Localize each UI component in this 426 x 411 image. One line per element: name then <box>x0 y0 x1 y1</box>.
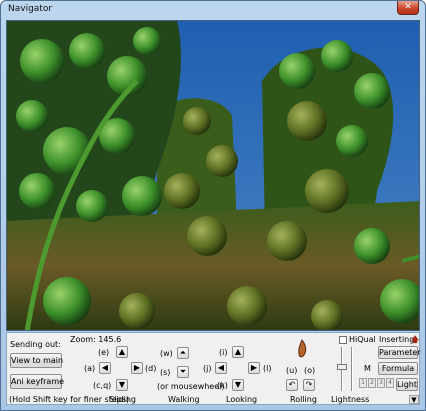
arrow-left-icon: ◀ <box>217 363 225 372</box>
window-title: Navigator <box>8 4 53 14</box>
m-label: M <box>364 364 371 373</box>
sliding-label: Sliding <box>109 395 136 404</box>
preset-button-1[interactable]: 1 <box>359 378 367 388</box>
mousewheel-hint: (or mousewheel) <box>157 382 225 391</box>
rotate-left-icon: ↶ <box>288 380 296 389</box>
arrow-down-icon: ▼ <box>234 380 242 389</box>
double-arrow-down-icon: ⏷ <box>179 367 187 376</box>
chevron-down-icon[interactable]: ▼ <box>409 395 419 404</box>
arrow-right-icon: ▶ <box>133 363 141 372</box>
looking-label: Looking <box>226 395 258 404</box>
look-up-button[interactable]: ▲ <box>232 346 244 358</box>
zoom-readout: Zoom: 145.6 <box>70 335 122 344</box>
roll-right-button[interactable]: ↷ <box>303 379 315 391</box>
title-bar[interactable]: Navigator ✕ <box>1 1 425 20</box>
arrow-left-icon: ◀ <box>101 363 109 372</box>
sliding-down-key: (c,q) <box>93 381 112 390</box>
view-to-main-button[interactable]: View to main <box>10 353 63 368</box>
looking-left-key: (j) <box>203 364 212 373</box>
hiqual-label: HiQual <box>349 335 376 344</box>
sliding-right-key: (d) <box>145 364 157 373</box>
rolling-label: Rolling <box>290 395 317 404</box>
lightness-slider-thumb[interactable] <box>337 364 347 370</box>
hiqual-checkbox[interactable] <box>339 336 347 344</box>
looking-right-key: (l) <box>263 364 272 373</box>
looking-down-key: (k) <box>217 381 228 390</box>
slide-down-button[interactable]: ▼ <box>116 379 128 391</box>
insert-arrow-icon: 🡅 <box>411 335 420 344</box>
lightness-label: Lightness <box>331 395 370 404</box>
arrow-up-icon: ▲ <box>234 347 242 356</box>
look-left-button[interactable]: ◀ <box>215 362 227 374</box>
fractal-render-icon <box>7 21 419 330</box>
slide-left-button[interactable]: ◀ <box>99 362 111 374</box>
walking-back-key: (s) <box>160 368 171 377</box>
arrow-up-icon: ▲ <box>118 347 126 356</box>
rotate-right-icon: ↷ <box>305 380 313 389</box>
look-down-button[interactable]: ▼ <box>232 379 244 391</box>
light-color-icon[interactable] <box>294 339 310 359</box>
light-button[interactable]: Light <box>396 378 418 391</box>
walk-back-button[interactable]: ⏷ <box>177 366 189 378</box>
double-arrow-up-icon: ⏶ <box>179 348 187 357</box>
sliding-up-key: (e) <box>98 348 110 357</box>
rolling-right-key: (o) <box>304 366 316 375</box>
navigator-window: Navigator ✕ Sending out: View to main An… <box>0 0 426 411</box>
sending-out-label: Sending out: <box>10 340 61 349</box>
walking-forward-key: (w) <box>160 349 173 358</box>
arrow-right-icon: ▶ <box>250 363 258 372</box>
parameter-button[interactable]: Parameter <box>378 346 421 359</box>
rolling-left-key: (u) <box>286 366 298 375</box>
slide-right-button[interactable]: ▶ <box>131 362 143 374</box>
close-button[interactable]: ✕ <box>397 1 419 15</box>
looking-up-key: (i) <box>219 348 228 357</box>
ani-keyframe-button[interactable]: Ani keyframe <box>10 374 64 389</box>
lightness-slider-2[interactable] <box>351 347 353 391</box>
preset-button-4[interactable]: 4 <box>386 378 394 388</box>
walk-forward-button[interactable]: ⏶ <box>177 347 189 359</box>
fractal-viewport[interactable] <box>6 20 420 331</box>
look-right-button[interactable]: ▶ <box>248 362 260 374</box>
preset-button-2[interactable]: 2 <box>368 378 376 388</box>
control-panel: Sending out: View to main Ani keyframe (… <box>6 332 421 405</box>
arrow-down-icon: ▼ <box>118 380 126 389</box>
sliding-left-key: (a) <box>84 364 96 373</box>
walking-label: Walking <box>168 395 200 404</box>
slide-up-button[interactable]: ▲ <box>116 346 128 358</box>
roll-left-button[interactable]: ↶ <box>286 379 298 391</box>
preset-button-3[interactable]: 3 <box>377 378 385 388</box>
formula-button[interactable]: Formula <box>378 362 418 375</box>
